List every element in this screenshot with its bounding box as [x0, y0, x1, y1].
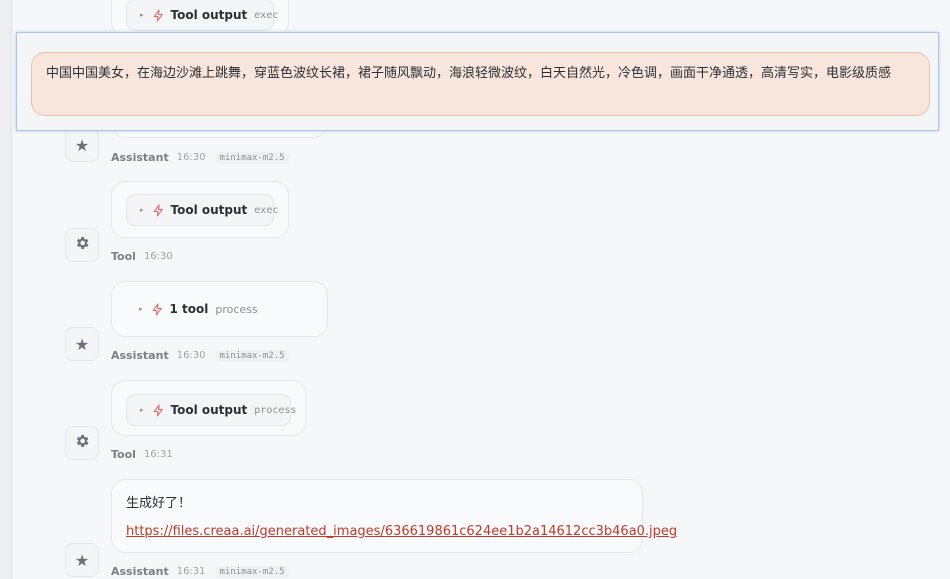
bolt-icon [152, 404, 165, 417]
tool-output-label: Tool output [170, 403, 248, 417]
tool-avatar [65, 228, 99, 262]
prompt-overlay-panel: 中国中国美女，在海边沙滩上跳舞，穿蓝色波纹长裙，裙子随风飘动，海浪轻微波纹，白天… [16, 32, 939, 131]
generated-image-link[interactable]: https://files.creaa.ai/generated_images/… [126, 524, 677, 539]
prompt-text-box[interactable]: 中国中国美女，在海边沙滩上跳舞，穿蓝色波纹长裙，裙子随风飘动，海浪轻微波纹，白天… [31, 52, 930, 116]
tool-output-bubble: ▸ Tool output process [111, 380, 306, 436]
tool-call-sub: process [215, 302, 258, 316]
caret-right-icon: ▸ [139, 305, 143, 313]
meta-time: 16:30 [143, 251, 173, 262]
tool-output-pill[interactable]: ▸ Tool output exec [126, 194, 278, 226]
gear-icon [74, 235, 90, 255]
bolt-icon [152, 9, 165, 22]
meta-role: Assistant [111, 349, 169, 362]
gear-icon [74, 433, 90, 453]
left-rail [0, 0, 12, 579]
assistant-message-bubble: 生成好了！ https://files.creaa.ai/generated_i… [111, 479, 677, 553]
message-meta: Assistant 16:30 minimax-m2.5 [111, 151, 289, 164]
meta-model: minimax-m2.5 [215, 151, 289, 164]
star-icon: ★ [74, 135, 90, 155]
tool-output-pill[interactable]: ▸ Tool output exec [126, 0, 278, 31]
meta-role: Assistant [111, 151, 169, 164]
caret-right-icon: ▸ [140, 206, 144, 214]
tool-output-bubble: ▸ Tool output exec [111, 181, 289, 238]
meta-role: Tool [111, 448, 136, 461]
message-meta: Tool 16:30 [111, 250, 183, 263]
assistant-avatar: ★ [65, 327, 99, 361]
bolt-icon [152, 204, 165, 217]
star-icon: ★ [74, 334, 90, 354]
tool-call-toggle[interactable]: ▸ 1 tool process [139, 302, 258, 316]
tool-avatar [65, 426, 99, 460]
tool-output-sub: process [254, 404, 297, 416]
meta-role: Tool [111, 250, 136, 263]
meta-time: 16:31 [143, 449, 173, 460]
tool-call-bubble: ▸ 1 tool process [111, 281, 328, 337]
tool-output-bubble-top: ▸ Tool output exec [111, 0, 289, 36]
message-meta: Tool 16:31 [111, 448, 183, 461]
tool-output-sub: exec [254, 9, 279, 21]
meta-model: minimax-m2.5 [215, 349, 289, 362]
assistant-avatar: ★ [65, 543, 99, 577]
assistant-message-text: 生成好了！ [126, 496, 192, 511]
tool-output-label: Tool output [170, 8, 248, 22]
bolt-icon [151, 303, 164, 316]
assistant-avatar: ★ [65, 128, 99, 162]
star-icon: ★ [74, 550, 90, 570]
tool-output-pill[interactable]: ▸ Tool output process [126, 394, 296, 426]
meta-time: 16:30 [176, 350, 206, 361]
message-meta: Assistant 16:31 minimax-m2.5 [111, 565, 289, 578]
tool-output-sub: exec [254, 204, 279, 216]
tool-call-label: 1 tool [169, 302, 209, 316]
meta-time: 16:31 [176, 566, 206, 577]
caret-right-icon: ▸ [140, 11, 144, 19]
meta-time: 16:30 [176, 152, 206, 163]
caret-right-icon: ▸ [140, 406, 144, 414]
message-meta: Assistant 16:30 minimax-m2.5 [111, 349, 289, 362]
meta-model: minimax-m2.5 [215, 565, 289, 578]
meta-role: Assistant [111, 565, 169, 578]
tool-output-label: Tool output [170, 203, 248, 217]
